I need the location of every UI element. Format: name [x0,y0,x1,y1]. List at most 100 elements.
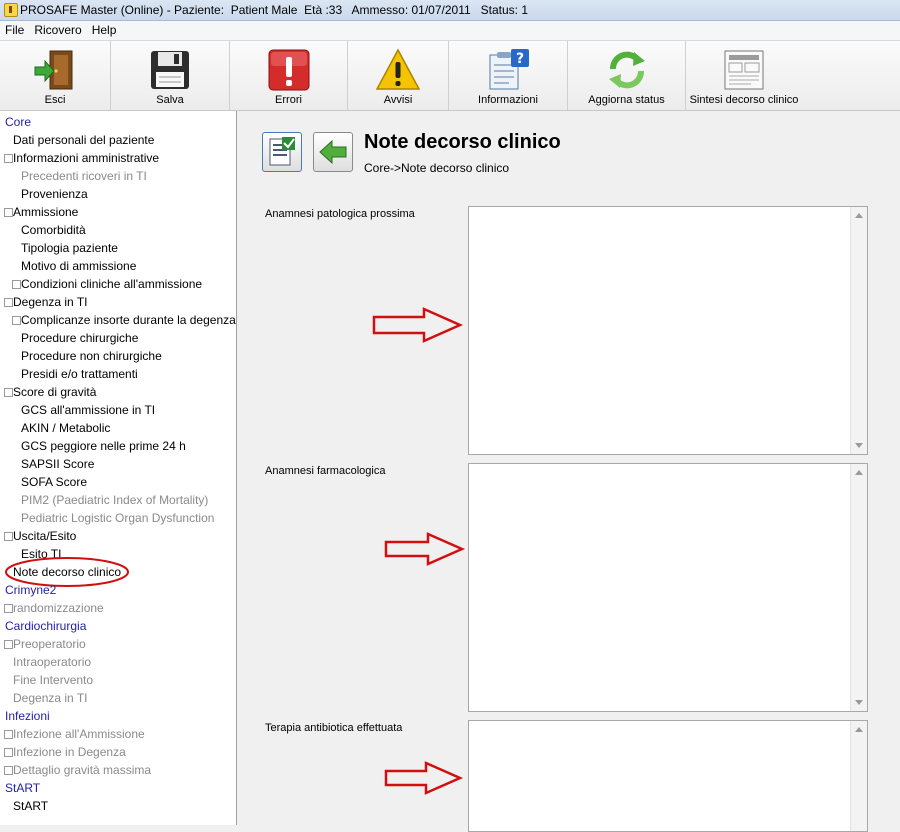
tree-item: Dettaglio gravità massima [13,763,152,777]
tree-expander-icon[interactable] [4,766,13,775]
errors-label: Errori [275,94,302,106]
tree-section-header[interactable]: Cardiochirurgia [5,619,86,633]
menu-help[interactable]: Help [87,21,122,39]
save-button[interactable]: Salva [111,41,230,110]
main-panel: Note decorso clinico Core->Note decorso … [237,111,900,832]
tree-item: Infezione all'Ammissione [13,727,145,741]
terapia-antibiotica-textarea[interactable] [468,720,868,832]
tree-item: Precedenti ricoveri in TI [21,169,147,183]
tree-item: Fine Intervento [13,673,94,687]
scroll-up-icon[interactable] [855,727,863,732]
exit-button[interactable]: Esci [0,41,111,110]
checklist-icon [269,137,295,166]
info-label: Informazioni [478,94,538,106]
tree-expander-icon[interactable] [4,604,13,613]
tree-expander-icon[interactable] [4,208,13,217]
textarea-scrollbar[interactable] [850,464,867,711]
tree-expander-icon[interactable] [4,532,13,541]
textarea-scrollbar[interactable] [850,207,867,454]
window-title: PROSAFE Master (Online) - Paziente: Pati… [20,3,529,17]
tree-section-header[interactable]: Crimyne2 [5,583,56,597]
anamnesi-patologica-textarea[interactable] [468,206,868,455]
confirm-checklist-button[interactable] [262,132,302,172]
tree-item: randomizzazione [13,601,104,615]
field-label-anamnesi-farmacologica: Anamnesi farmacologica [265,465,386,477]
exit-door-icon [34,50,73,90]
tree-item[interactable]: Score di gravità [13,385,96,399]
menu-bar: File Ricovero Help [0,21,900,41]
breadcrumb: Core->Note decorso clinico [364,161,510,175]
tree-item[interactable]: Degenza in TI [13,295,88,309]
tree-item[interactable]: Comorbidità [21,223,86,237]
tree-item[interactable]: Ammissione [13,205,78,219]
tree-item: Degenza in TI [13,691,88,705]
exit-label: Esci [44,94,66,106]
tree-expander-icon[interactable] [4,154,13,163]
tree-section-header[interactable]: Infezioni [5,709,50,723]
tree-item[interactable]: Presidi e/o trattamenti [21,367,138,381]
warnings-label: Avvisi [383,94,413,106]
tree-item[interactable]: GCS all'ammissione in TI [21,403,155,417]
page-title: Note decorso clinico [364,131,561,153]
refresh-status-button[interactable]: Aggiorna status [568,41,686,110]
back-arrow-icon [319,139,347,165]
warnings-button[interactable]: Avvisi [348,41,449,110]
warning-triangle-icon [375,48,421,90]
tree-expander-icon[interactable] [4,640,13,649]
tree-item[interactable]: Procedure non chirurgiche [21,349,162,363]
tree-item[interactable]: SAPSII Score [21,457,94,471]
navigation-tree: Core Dati personali del paziente Informazi… [0,111,237,825]
tree-item[interactable]: Motivo di ammissione [21,259,136,273]
tree-expander-icon[interactable] [4,730,13,739]
errors-button[interactable]: Errori [230,41,348,110]
clinical-summary-label: Sintesi decorso clinico [689,94,799,106]
annotation-arrow-2 [384,532,466,566]
tree-item: PIM2 (Paediatric Index of Mortality) [21,493,209,507]
tree-item[interactable]: Complicanze insorte durante la degenza [21,313,236,327]
tree-item[interactable]: Provenienza [21,187,88,201]
scroll-down-icon[interactable] [855,700,863,705]
scroll-up-icon[interactable] [855,470,863,475]
svg-text:?: ? [516,51,524,67]
tree-item[interactable]: GCS peggiore nelle prime 24 h [21,439,186,453]
tree-expander-icon[interactable] [4,388,13,397]
field-label-anamnesi-patologica: Anamnesi patologica prossima [265,208,415,220]
tree-expander-icon[interactable] [4,748,13,757]
tree-item[interactable]: SOFA Score [21,475,87,489]
textarea-scrollbar[interactable] [850,721,867,831]
anamnesi-farmacologica-textarea[interactable] [468,463,868,712]
report-sheet-icon [724,50,764,90]
scroll-down-icon[interactable] [855,443,863,448]
scroll-up-icon[interactable] [855,213,863,218]
annotation-arrow-1 [372,307,464,343]
tree-item[interactable]: Condizioni cliniche all'ammissione [21,277,202,291]
tree-item[interactable]: Procedure chirurgiche [21,331,138,345]
tree-item[interactable]: Tipologia paziente [21,241,118,255]
tree-expander-icon[interactable] [12,280,21,289]
field-label-terapia-antibiotica: Terapia antibiotica effettuata [265,722,403,734]
tree-item: Pediatric Logistic Organ Dysfunction [21,511,215,525]
tree-item[interactable]: Dati personali del paziente [13,133,154,147]
back-button[interactable] [313,132,353,172]
tree-item: Preoperatorio [13,637,86,651]
tree-expander-icon[interactable] [4,298,13,307]
tree-item: Intraoperatorio [13,655,92,669]
menu-file[interactable]: File [0,21,29,39]
tree-section-header[interactable]: Core [5,115,31,129]
tree-item[interactable]: AKIN / Metabolic [21,421,110,435]
refresh-status-label: Aggiorna status [588,94,665,106]
tree-item[interactable]: Informazioni amministrative [13,151,159,165]
tree-item[interactable]: StART [13,799,48,813]
tree-expander-icon[interactable] [12,316,21,325]
toolbar: Esci Salva Errori Avvisi ? Informazioni … [0,41,900,111]
tree-section-header[interactable]: StART [5,781,40,795]
error-exclamation-icon [268,49,309,91]
tree-item[interactable]: Uscita/Esito [13,529,76,543]
info-button[interactable]: ? Informazioni [449,41,568,110]
menu-ricovero[interactable]: Ricovero [29,21,86,39]
info-clipboard-icon: ? [489,49,529,90]
title-bar: PROSAFE Master (Online) - Paziente: Pati… [0,0,900,21]
clinical-summary-button[interactable]: Sintesi decorso clinico [686,41,802,110]
save-label: Salva [156,94,184,106]
floppy-disk-icon [151,51,189,89]
